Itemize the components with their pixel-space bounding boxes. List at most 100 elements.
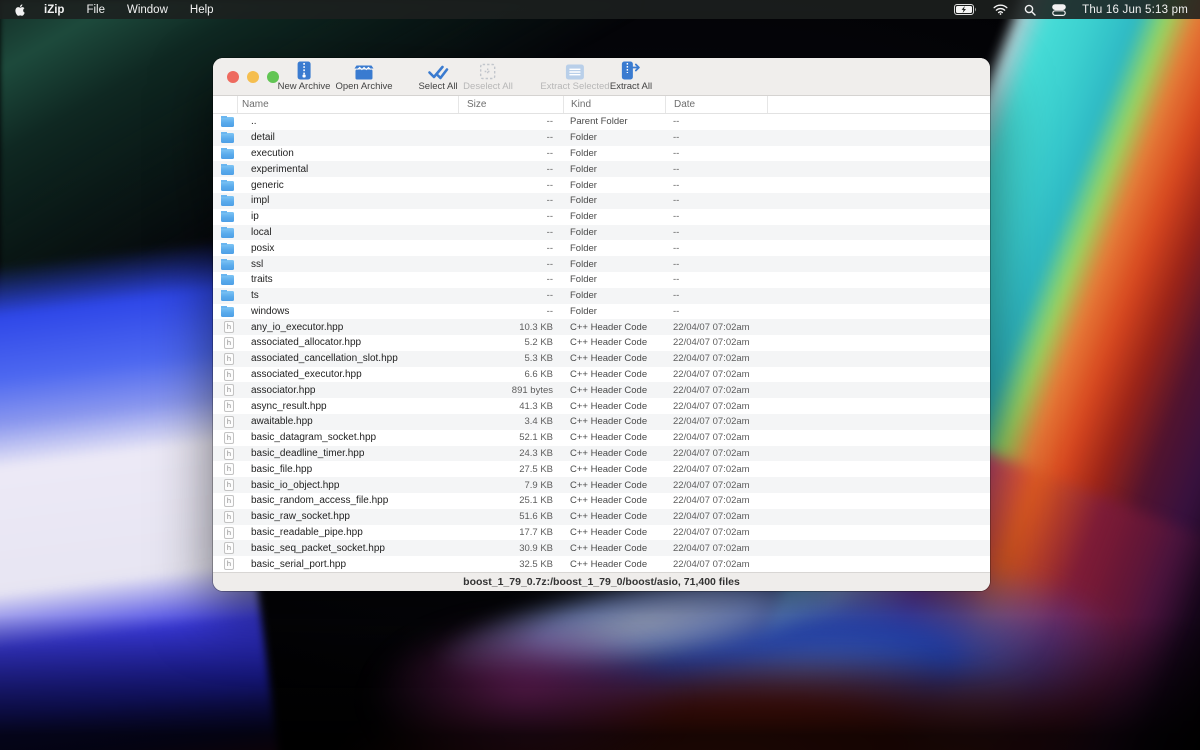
file-kind: Folder — [563, 243, 665, 254]
file-size: -- — [458, 164, 563, 175]
file-name: associated_allocator.hpp — [237, 337, 458, 348]
file-name: basic_random_access_file.hpp — [237, 495, 458, 506]
file-date: -- — [665, 148, 767, 159]
folder-icon — [221, 117, 234, 127]
table-row[interactable]: h associated_allocator.hpp 5.2 KB C++ He… — [213, 335, 990, 351]
file-kind: C++ Header Code — [563, 543, 665, 554]
extract-selected-icon — [565, 61, 584, 80]
header-file-icon: h — [224, 353, 234, 365]
column-header-name[interactable]: Name — [237, 96, 458, 113]
folder-icon — [221, 228, 234, 238]
menu-bar-clock[interactable]: Thu 16 Jun 5:13 pm — [1082, 4, 1188, 16]
file-kind: C++ Header Code — [563, 511, 665, 522]
file-name: awaitable.hpp — [237, 416, 458, 427]
table-row[interactable]: h associated_cancellation_slot.hpp 5.3 K… — [213, 351, 990, 367]
control-center-icon[interactable] — [1052, 4, 1066, 16]
column-header-kind[interactable]: Kind — [563, 96, 665, 113]
file-size: 891 bytes — [458, 385, 563, 396]
minimize-button[interactable] — [247, 71, 259, 83]
table-row[interactable]: h basic_seq_packet_socket.hpp 30.9 KB C+… — [213, 540, 990, 556]
folder-icon — [221, 165, 234, 175]
battery-icon[interactable] — [954, 4, 977, 15]
table-row[interactable]: posix -- Folder -- — [213, 240, 990, 256]
table-row[interactable]: execution -- Folder -- — [213, 146, 990, 162]
file-date: -- — [665, 243, 767, 254]
izip-window: New Archive Open Archive Select All Dese… — [213, 58, 990, 591]
file-name: generic — [237, 180, 458, 191]
table-row[interactable]: h basic_readable_pipe.hpp 17.7 KB C++ He… — [213, 525, 990, 541]
header-file-icon: h — [224, 463, 234, 475]
menu-item-window[interactable]: Window — [127, 4, 168, 16]
header-file-icon: h — [224, 479, 234, 491]
file-kind: C++ Header Code — [563, 480, 665, 491]
table-row[interactable]: h associated_executor.hpp 6.6 KB C++ Hea… — [213, 367, 990, 383]
table-row[interactable]: experimental -- Folder -- — [213, 161, 990, 177]
column-header-date[interactable]: Date — [665, 96, 767, 113]
file-name: ip — [237, 211, 458, 222]
toolbar-button-label: Extract Selected — [540, 81, 609, 92]
file-name: traits — [237, 274, 458, 285]
header-file-icon: h — [224, 542, 234, 554]
table-row[interactable]: h any_io_executor.hpp 10.3 KB C++ Header… — [213, 319, 990, 335]
column-header-size[interactable]: Size — [458, 96, 563, 113]
open-archive-button[interactable]: Open Archive — [335, 61, 392, 92]
table-row[interactable]: h basic_raw_socket.hpp 51.6 KB C++ Heade… — [213, 509, 990, 525]
file-size: -- — [458, 195, 563, 206]
file-date: 22/04/07 07:02am — [665, 495, 767, 506]
file-size: 7.9 KB — [458, 480, 563, 491]
table-row[interactable]: h async_result.hpp 41.3 KB C++ Header Co… — [213, 398, 990, 414]
file-size: 25.1 KB — [458, 495, 563, 506]
folder-icon — [221, 244, 234, 254]
header-file-icon: h — [224, 400, 234, 412]
close-button[interactable] — [227, 71, 239, 83]
apple-menu-icon[interactable] — [14, 3, 26, 17]
search-icon[interactable] — [1024, 4, 1036, 16]
file-name: async_result.hpp — [237, 401, 458, 412]
wifi-icon[interactable] — [993, 4, 1008, 15]
open-archive-icon — [353, 61, 374, 80]
header-file-icon: h — [224, 511, 234, 523]
toolbar-button-label: Open Archive — [335, 81, 392, 92]
file-date: -- — [665, 274, 767, 285]
table-row[interactable]: h basic_serial_port.hpp 32.5 KB C++ Head… — [213, 556, 990, 572]
file-date: 22/04/07 07:02am — [665, 448, 767, 459]
table-row[interactable]: ssl -- Folder -- — [213, 256, 990, 272]
table-row[interactable]: h basic_datagram_socket.hpp 52.1 KB C++ … — [213, 430, 990, 446]
table-row[interactable]: generic -- Folder -- — [213, 177, 990, 193]
file-name: basic_file.hpp — [237, 464, 458, 475]
table-row[interactable]: ip -- Folder -- — [213, 209, 990, 225]
table-row[interactable]: h basic_file.hpp 27.5 KB C++ Header Code… — [213, 461, 990, 477]
file-kind: C++ Header Code — [563, 464, 665, 475]
table-row[interactable]: local -- Folder -- — [213, 225, 990, 241]
file-kind: C++ Header Code — [563, 432, 665, 443]
table-row[interactable]: detail -- Folder -- — [213, 130, 990, 146]
menu-item-help[interactable]: Help — [190, 4, 214, 16]
extract-all-button[interactable]: Extract All — [610, 61, 652, 92]
table-row[interactable]: traits -- Folder -- — [213, 272, 990, 288]
file-date: 22/04/07 07:02am — [665, 543, 767, 554]
menu-item-file[interactable]: File — [86, 4, 105, 16]
file-size: 41.3 KB — [458, 401, 563, 412]
status-bar-text: boost_1_79_0.7z:/boost_1_79_0/boost/asio… — [463, 576, 740, 588]
table-row[interactable]: impl -- Folder -- — [213, 193, 990, 209]
table-row[interactable]: h associator.hpp 891 bytes C++ Header Co… — [213, 382, 990, 398]
file-kind: Folder — [563, 164, 665, 175]
traffic-lights — [227, 71, 279, 83]
header-file-icon: h — [224, 416, 234, 428]
select-all-button[interactable]: Select All — [418, 61, 457, 92]
table-row[interactable]: windows -- Folder -- — [213, 304, 990, 320]
header-file-icon: h — [224, 369, 234, 381]
file-date: -- — [665, 290, 767, 301]
table-row[interactable]: ts -- Folder -- — [213, 288, 990, 304]
table-row[interactable]: .. -- Parent Folder -- — [213, 114, 990, 130]
file-date: -- — [665, 211, 767, 222]
toolbar-button-label: Select All — [418, 81, 457, 92]
table-row[interactable]: h basic_io_object.hpp 7.9 KB C++ Header … — [213, 477, 990, 493]
toolbar-button-label: Extract All — [610, 81, 652, 92]
new-archive-button[interactable]: New Archive — [278, 61, 331, 92]
table-row[interactable]: h awaitable.hpp 3.4 KB C++ Header Code 2… — [213, 414, 990, 430]
table-row[interactable]: h basic_random_access_file.hpp 25.1 KB C… — [213, 493, 990, 509]
menu-item-izip[interactable]: iZip — [44, 4, 64, 16]
table-row[interactable]: h basic_deadline_timer.hpp 24.3 KB C++ H… — [213, 446, 990, 462]
file-size: -- — [458, 227, 563, 238]
